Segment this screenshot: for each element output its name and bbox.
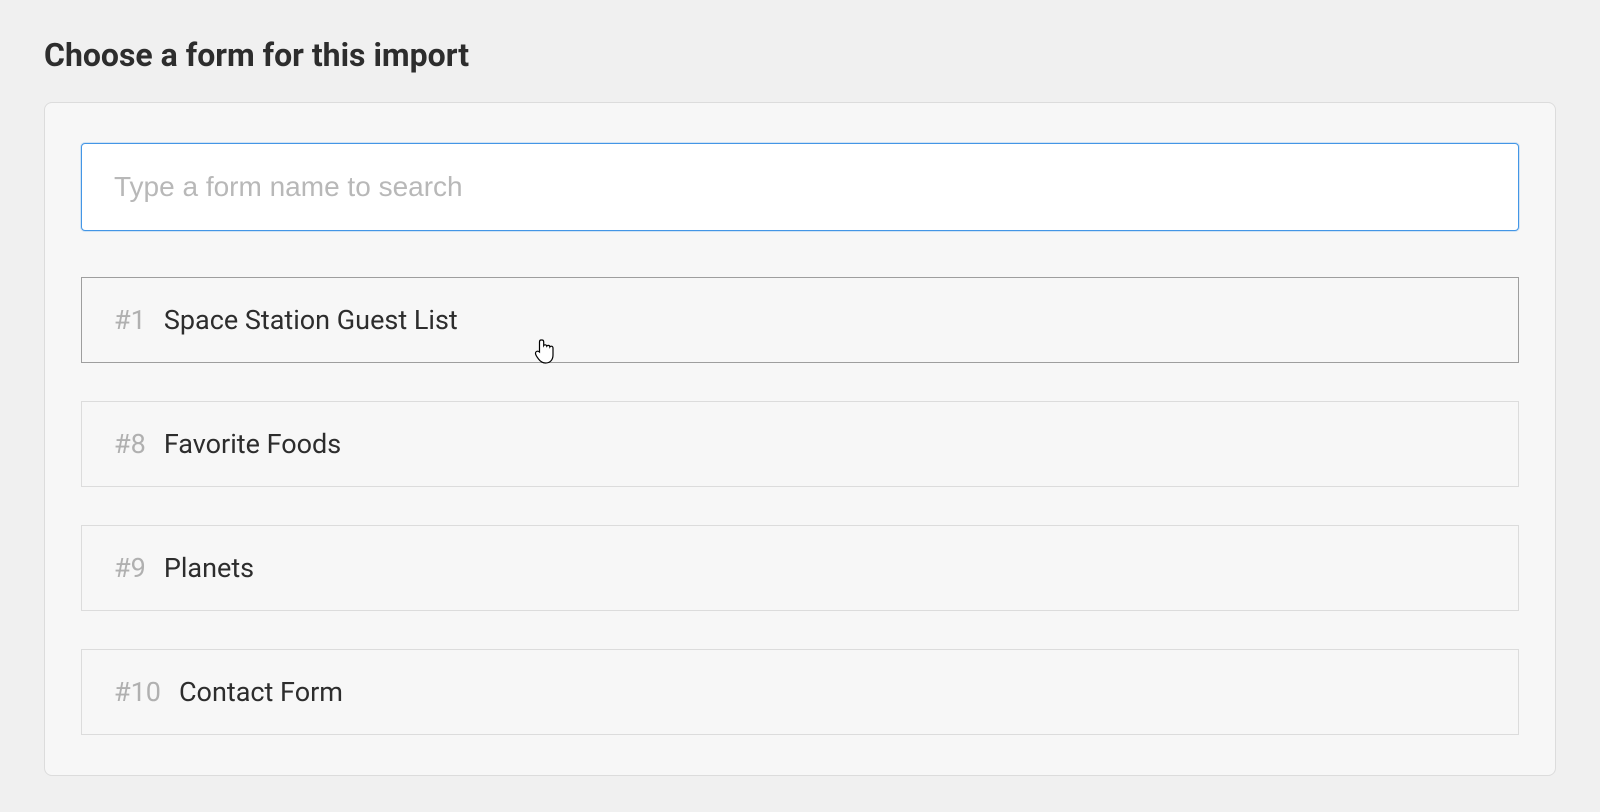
form-list: #1 Space Station Guest List #8 Favorite …: [81, 277, 1519, 735]
search-input[interactable]: [81, 143, 1519, 231]
page-title: Choose a form for this import: [44, 36, 1556, 74]
form-id: #9: [114, 552, 146, 584]
form-picker-panel: #1 Space Station Guest List #8 Favorite …: [44, 102, 1556, 776]
form-name: Space Station Guest List: [164, 304, 458, 336]
form-item[interactable]: #8 Favorite Foods: [81, 401, 1519, 487]
form-name: Planets: [164, 552, 254, 584]
form-name: Favorite Foods: [164, 428, 341, 460]
form-item[interactable]: #10 Contact Form: [81, 649, 1519, 735]
form-id: #8: [114, 428, 146, 460]
form-name: Contact Form: [179, 676, 343, 708]
pointer-cursor-icon: [534, 338, 558, 366]
form-item[interactable]: #9 Planets: [81, 525, 1519, 611]
form-id: #1: [114, 304, 146, 336]
form-item[interactable]: #1 Space Station Guest List: [81, 277, 1519, 363]
form-id: #10: [114, 676, 161, 708]
